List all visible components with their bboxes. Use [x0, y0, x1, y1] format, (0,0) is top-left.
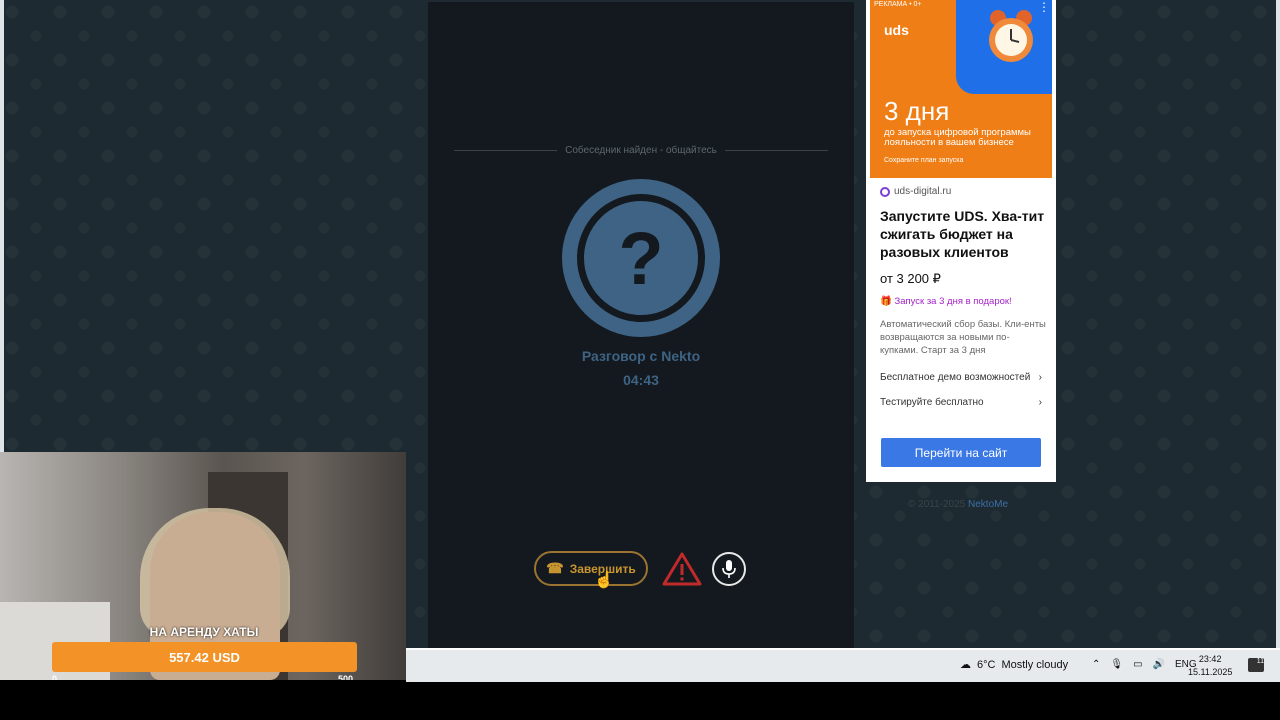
chat-panel: Собеседник найден - общайтесь ? Разговор… [428, 2, 854, 648]
site-logo-icon [880, 186, 890, 197]
question-icon: ? [588, 205, 694, 311]
donation-goal-label: НА АРЕНДУ ХАТЫ [149, 625, 259, 639]
chevron-right-icon: › [1038, 397, 1042, 408]
ad-link-test-label: Тестируйте бесплатно [880, 397, 984, 408]
ad-title[interactable]: Запустите UDS. Хва-тит сжигать бюджет на… [880, 207, 1050, 261]
notification-icon[interactable]: 11 [1248, 658, 1264, 672]
ad-link-demo-label: Бесплатное демо возможностей [880, 372, 1031, 383]
donation-goal-max: 500 [338, 674, 354, 680]
alarm-clock-icon [989, 10, 1033, 62]
clock-date: 15.11.2025 [1188, 667, 1233, 677]
volume-icon[interactable]: 🔊 [1153, 659, 1165, 670]
donation-goal-amount: 557.42 USD [169, 649, 240, 665]
copyright-text: © 2011-2025 [908, 499, 966, 510]
ad-logo: uds [884, 22, 909, 38]
ad-marker: РЕКЛАМА • 0+ [870, 0, 926, 9]
ad-price: от 3 200 ₽ [880, 271, 941, 286]
clock[interactable]: 23:42 15.11.2025 [1188, 653, 1232, 679]
ad-save-text: Сохраните план запуска [884, 157, 964, 164]
system-tray: ⌃ 🎙 ▭ 🔊 ENG [1092, 659, 1197, 670]
more-icon[interactable]: ⋮ [1036, 0, 1052, 18]
cloud-icon: ☁ [960, 659, 971, 671]
status-line: Собеседник найден - общайтесь [454, 142, 828, 158]
end-call-button[interactable]: ☎ Завершить [534, 551, 648, 586]
warning-icon[interactable] [662, 551, 702, 587]
divider [454, 149, 558, 151]
chevron-up-icon[interactable]: ⌃ [1092, 659, 1100, 670]
phone-hangup-icon: ☎ [546, 560, 564, 576]
window-edge-right [1276, 0, 1280, 648]
ad-banner-subtitle: до запуска цифровой программы лояльности… [884, 127, 1031, 148]
weather-text: Mostly cloudy [1001, 658, 1069, 671]
chevron-right-icon: › [1038, 372, 1042, 383]
go-to-site-button[interactable]: Перейти на сайт [881, 438, 1041, 467]
weather-temp: 6°C [977, 658, 996, 671]
weather-widget[interactable]: ☁ 6°C Mostly cloudy [960, 658, 1069, 672]
clock-time: 23:42 [1198, 654, 1222, 664]
ad-site[interactable]: uds-digital.ru [880, 186, 951, 197]
ad-link-test[interactable]: Тестируйте бесплатно › [880, 397, 1042, 408]
divider [724, 149, 828, 151]
ad-block[interactable]: РЕКЛАМА • 0+ ⋮ uds 3 дня до запуска цифр… [866, 0, 1056, 482]
donation-goal-min: 0 [52, 674, 58, 680]
mouse-cursor-icon: ☝ [594, 572, 614, 589]
footer-copyright: © 2011-2025 NektoMe [908, 499, 1008, 510]
ad-gift-label: Запуск за 3 дня в подарок! [894, 296, 1012, 307]
conversation-title: Разговор с Nekto [581, 348, 701, 364]
microphone-icon[interactable]: 🎙 [1110, 659, 1123, 670]
ad-gift: 🎁 Запуск за 3 дня в подарок! [880, 296, 1012, 307]
gift-icon: 🎁 [880, 296, 895, 307]
nektome-link[interactable]: NektoMe [968, 499, 1008, 510]
taskbar: ☁ 6°C Mostly cloudy ⌃ 🎙 ▭ 🔊 ENG 23:42 15… [406, 648, 1280, 682]
ad-link-demo[interactable]: Бесплатное демо возможностей › [880, 372, 1042, 383]
battery-icon[interactable]: ▭ [1133, 659, 1142, 670]
webcam-overlay: НА АРЕНДУ ХАТЫ 557.42 USD 0 500 [0, 452, 406, 680]
microphone-icon [722, 560, 736, 578]
ad-banner[interactable]: РЕКЛАМА • 0+ ⋮ uds 3 дня до запуска цифр… [870, 0, 1052, 178]
avatar: ? [562, 179, 720, 337]
ad-site-label: uds-digital.ru [894, 186, 952, 197]
ad-description: Автоматический сбор базы. Кли-енты возвр… [880, 319, 1046, 356]
ad-days: 3 дня [884, 96, 950, 126]
notification-count: 11 [1256, 658, 1264, 665]
donation-goal-bar: 557.42 USD [52, 642, 357, 672]
microphone-button[interactable] [712, 552, 746, 586]
status-text: Собеседник найден - общайтесь [565, 144, 717, 156]
conversation-timer: 04:43 [623, 372, 659, 388]
